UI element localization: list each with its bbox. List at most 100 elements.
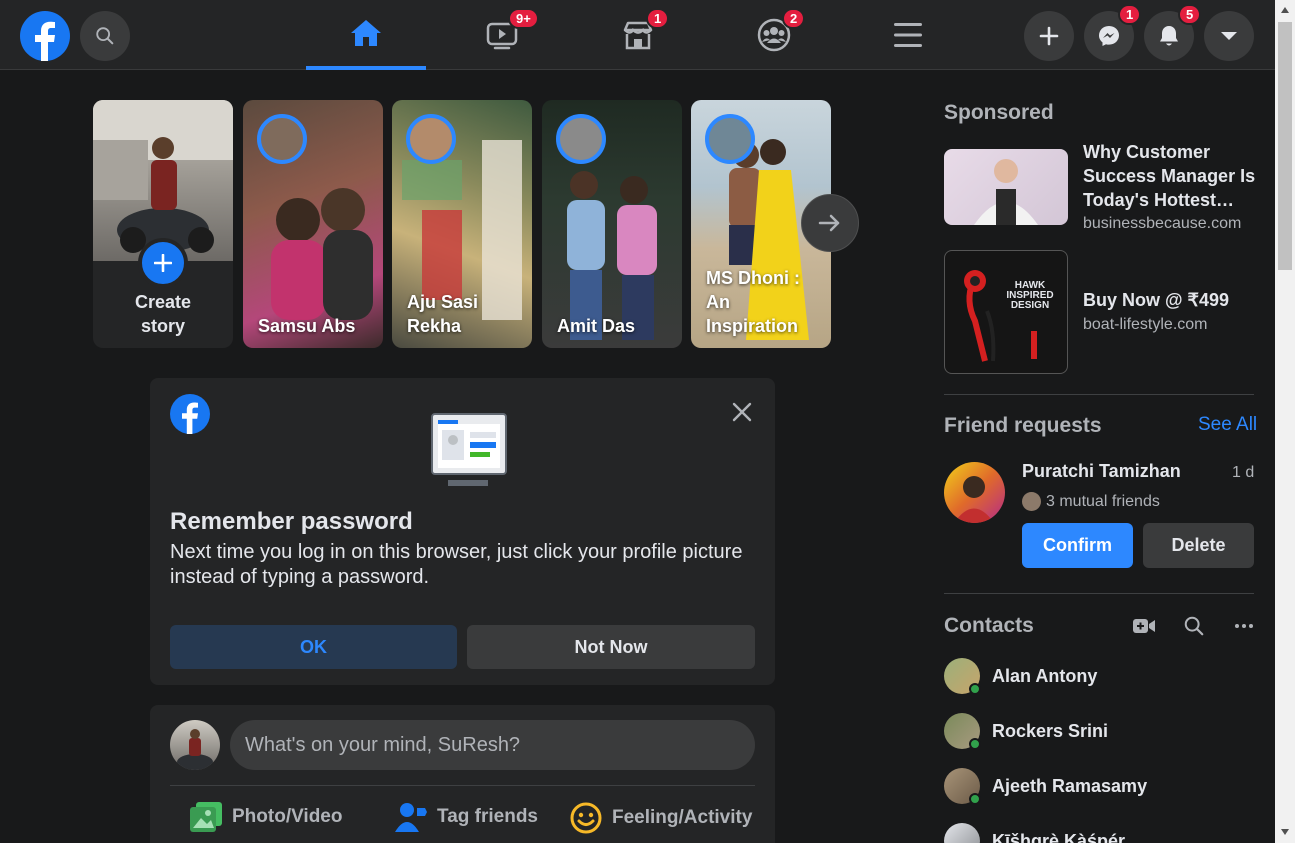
mutual-friends-label: 3 mutual friends: [1046, 492, 1160, 510]
story-card[interactable]: Aju Sasi Rekha: [392, 100, 532, 348]
divider: [944, 394, 1254, 395]
status-input[interactable]: What's on your mind, SuResh?: [230, 720, 755, 770]
contacts-search-button[interactable]: [1183, 615, 1205, 642]
tag-friends-label: Tag friends: [437, 806, 538, 827]
ad-domain: boat-lifestyle.com: [1083, 316, 1208, 333]
arrow-right-icon: [818, 214, 840, 232]
contact-name: Kīšhgrè Kàśpér: [992, 830, 1126, 843]
avatar: [944, 768, 981, 805]
online-status-icon: [969, 738, 981, 750]
add-story-icon[interactable]: [138, 238, 188, 288]
ad-image[interactable]: HAWK INSPIRED DESIGN: [944, 250, 1068, 374]
story-name: MS Dhoni : An Inspiration: [706, 268, 800, 336]
create-button[interactable]: [1024, 11, 1074, 61]
facebook-logo-icon[interactable]: [20, 11, 70, 61]
ad-image-text: HAWK INSPIRED DESIGN: [1006, 280, 1054, 311]
sponsored-title: Sponsored: [944, 101, 1054, 124]
photo-icon: [190, 802, 222, 832]
remember-password-card: Remember password Next time you log in o…: [150, 378, 775, 685]
home-icon: [351, 20, 381, 46]
computer-illustration: [430, 412, 510, 490]
search-icon: [1184, 616, 1204, 636]
request-time: 1 d: [1232, 464, 1255, 481]
tab-groups[interactable]: 2: [714, 0, 834, 70]
plus-icon: [1039, 26, 1059, 46]
create-story-card[interactable]: Create story: [93, 100, 233, 348]
contact-item[interactable]: Rockers Srini: [944, 711, 1254, 751]
top-navigation-bar: 9+ 1 2 1 5: [0, 0, 1275, 70]
avatar: [944, 713, 981, 750]
story-name: Amit Das: [557, 316, 636, 336]
caret-down-icon: [1221, 32, 1237, 40]
watch-badge: 9+: [508, 8, 539, 29]
avatar[interactable]: [944, 462, 1005, 523]
notifications-button[interactable]: 5: [1144, 4, 1202, 61]
story-name: Aju Sasi Rekha: [407, 292, 479, 336]
tab-menu[interactable]: [848, 0, 968, 70]
ad-title[interactable]: Why Customer Success Manager Is Today's …: [1083, 140, 1263, 212]
story-avatar: [705, 114, 755, 164]
contact-item[interactable]: Ajeeth Ramasamy: [944, 766, 1254, 806]
account-menu-button[interactable]: [1204, 11, 1254, 61]
ok-button[interactable]: OK: [170, 625, 457, 669]
stories-next-button[interactable]: [801, 194, 859, 252]
facebook-logo-icon: [170, 394, 210, 434]
feeling-activity-label: Feeling/Activity: [612, 807, 753, 828]
tab-watch[interactable]: 9+: [442, 0, 562, 70]
menu-icon: [894, 23, 922, 47]
remember-title: Remember password: [170, 508, 413, 535]
notifications-badge: 5: [1178, 4, 1202, 25]
online-status-icon: [969, 793, 981, 805]
delete-button[interactable]: Delete: [1143, 523, 1254, 568]
scrollbar-thumb[interactable]: [1278, 22, 1292, 270]
tag-friends-icon: [395, 803, 427, 832]
create-story-photo: [93, 100, 233, 261]
marketplace-badge: 1: [646, 8, 670, 29]
story-name: Samsu Abs: [258, 316, 356, 336]
story-avatar: [257, 114, 307, 164]
video-camera-icon: [1133, 619, 1155, 633]
new-room-button[interactable]: [1132, 615, 1156, 642]
friend-requests-title: Friend requests: [944, 414, 1102, 437]
ad-title[interactable]: Buy Now @ ₹499: [1083, 288, 1263, 312]
scroll-up-icon[interactable]: [1280, 6, 1290, 14]
tag-friends-button[interactable]: Tag friends: [395, 802, 538, 832]
story-avatar: [406, 114, 456, 164]
divider: [170, 785, 755, 786]
contact-item[interactable]: Kīšhgrè Kàśpér: [944, 821, 1254, 843]
ad-domain: businessbecause.com: [1083, 215, 1242, 232]
photo-video-label: Photo/Video: [232, 806, 343, 827]
contact-item[interactable]: Alan Antony: [944, 656, 1254, 696]
create-story-label: Create story: [134, 292, 192, 336]
messenger-button[interactable]: 1: [1084, 4, 1142, 61]
not-now-button[interactable]: Not Now: [467, 625, 755, 669]
contact-name: Rockers Srini: [992, 720, 1109, 741]
mutual-friends: 3 mutual friends: [1022, 492, 1160, 511]
page-scrollbar[interactable]: [1275, 0, 1295, 843]
story-card[interactable]: Samsu Abs: [243, 100, 383, 348]
story-card[interactable]: Amit Das: [542, 100, 682, 348]
close-button[interactable]: [730, 400, 754, 424]
request-name[interactable]: Puratchi Tamizhan: [1022, 461, 1181, 482]
contacts-options-button[interactable]: [1234, 616, 1254, 641]
scroll-down-icon[interactable]: [1280, 828, 1290, 836]
contact-name: Ajeeth Ramasamy: [992, 775, 1148, 796]
messenger-badge: 1: [1118, 4, 1142, 25]
groups-badge: 2: [782, 8, 806, 29]
smiley-icon: [570, 802, 602, 834]
confirm-button[interactable]: Confirm: [1022, 523, 1133, 568]
photo-video-button[interactable]: Photo/Video: [190, 802, 342, 832]
tab-marketplace[interactable]: 1: [578, 0, 698, 70]
search-button[interactable]: [80, 11, 130, 61]
see-all-link[interactable]: See All: [1198, 414, 1257, 436]
online-status-icon: [969, 683, 981, 695]
more-options-icon: [1235, 624, 1253, 628]
ad-image[interactable]: [944, 149, 1068, 225]
tab-home[interactable]: [306, 0, 426, 70]
avatar[interactable]: [170, 720, 220, 770]
avatar: [944, 658, 981, 695]
contacts-title: Contacts: [944, 614, 1034, 637]
feeling-activity-button[interactable]: Feeling/Activity: [570, 802, 752, 834]
search-icon: [96, 27, 114, 45]
messenger-icon: [1099, 26, 1119, 46]
